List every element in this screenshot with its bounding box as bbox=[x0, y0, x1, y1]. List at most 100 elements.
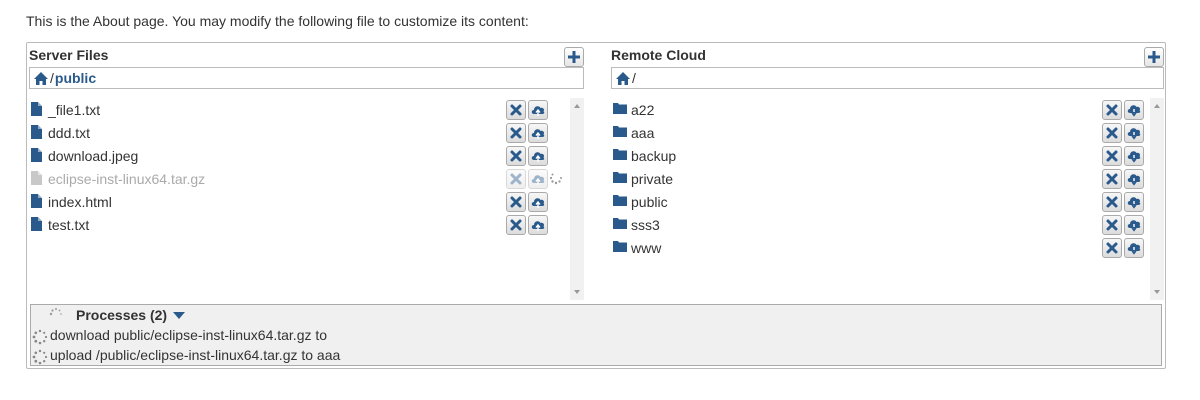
delete-file-button[interactable] bbox=[506, 169, 526, 189]
cloud-upload-icon bbox=[531, 175, 545, 185]
server-scrollbar[interactable] bbox=[570, 98, 584, 300]
cloud-folder-row[interactable]: sss3 bbox=[611, 213, 1148, 236]
server-file-row[interactable]: index.html bbox=[29, 190, 568, 213]
cloud-download-icon bbox=[1127, 243, 1141, 255]
cloud-folder-row[interactable]: private bbox=[611, 167, 1148, 190]
file-icon-wrap bbox=[31, 194, 43, 209]
file-icon-wrap bbox=[31, 125, 43, 140]
cloud-folder-row[interactable]: aaa bbox=[611, 121, 1148, 144]
transfer-spinner bbox=[549, 171, 563, 188]
cloud-folder-row[interactable]: public bbox=[611, 190, 1148, 213]
cloud-path-breadcrumb: / bbox=[611, 67, 1164, 89]
server-file-row[interactable]: download.jpeg bbox=[29, 144, 568, 167]
cloud-download-icon bbox=[1127, 128, 1141, 140]
delete-folder-button[interactable] bbox=[1102, 215, 1122, 235]
remote-cloud-panel: Remote Cloud / a22 aaa backup private pu… bbox=[611, 43, 1164, 301]
row-actions bbox=[506, 215, 548, 235]
folder-name[interactable]: www bbox=[631, 240, 661, 256]
delete-folder-button[interactable] bbox=[1102, 123, 1122, 143]
folder-name[interactable]: aaa bbox=[631, 125, 654, 141]
cloud-upload-icon bbox=[531, 106, 545, 116]
folder-icon-wrap bbox=[613, 148, 627, 163]
cloud-download-icon bbox=[1127, 151, 1141, 163]
file-icon-wrap bbox=[31, 148, 43, 163]
folder-icon-wrap bbox=[613, 171, 627, 186]
cloud-folder-row[interactable]: a22 bbox=[611, 98, 1148, 121]
close-icon bbox=[510, 104, 522, 116]
file-name[interactable]: download.jpeg bbox=[48, 148, 138, 164]
download-folder-button[interactable] bbox=[1124, 215, 1144, 235]
server-file-row[interactable]: test.txt bbox=[29, 213, 568, 236]
delete-folder-button[interactable] bbox=[1102, 146, 1122, 166]
download-folder-button[interactable] bbox=[1124, 123, 1144, 143]
file-name[interactable]: ddd.txt bbox=[48, 125, 90, 141]
file-name[interactable]: _file1.txt bbox=[48, 102, 100, 118]
download-folder-button[interactable] bbox=[1124, 100, 1144, 120]
row-actions bbox=[506, 146, 548, 166]
file-manager: Server Files / public _file1.txt ddd.txt… bbox=[26, 42, 1166, 369]
row-actions bbox=[506, 169, 548, 189]
delete-file-button[interactable] bbox=[506, 146, 526, 166]
file-name[interactable]: eclipse-inst-linux64.tar.gz bbox=[48, 171, 205, 187]
add-server-file-button[interactable] bbox=[564, 47, 584, 67]
processes-toggle[interactable]: Processes (2) bbox=[76, 307, 186, 323]
file-icon-wrap bbox=[31, 102, 43, 117]
row-actions bbox=[1102, 100, 1144, 120]
cloud-download-icon bbox=[1127, 197, 1141, 209]
server-files-title: Server Files bbox=[29, 47, 109, 63]
add-cloud-folder-button[interactable] bbox=[1144, 47, 1164, 67]
folder-name[interactable]: sss3 bbox=[631, 217, 660, 233]
home-icon[interactable] bbox=[33, 71, 49, 86]
upload-file-button[interactable] bbox=[528, 100, 548, 120]
upload-file-button[interactable] bbox=[528, 123, 548, 143]
delete-folder-button[interactable] bbox=[1102, 238, 1122, 258]
upload-file-button[interactable] bbox=[528, 146, 548, 166]
folder-name[interactable]: backup bbox=[631, 148, 676, 164]
row-actions bbox=[506, 100, 548, 120]
server-file-row[interactable]: eclipse-inst-linux64.tar.gz bbox=[29, 167, 568, 190]
download-folder-button[interactable] bbox=[1124, 146, 1144, 166]
delete-file-button[interactable] bbox=[506, 192, 526, 212]
delete-folder-button[interactable] bbox=[1102, 192, 1122, 212]
folder-icon bbox=[613, 195, 627, 206]
file-icon bbox=[31, 148, 42, 162]
file-name[interactable]: test.txt bbox=[48, 217, 89, 233]
folder-icon bbox=[613, 126, 627, 137]
cloud-upload-icon bbox=[531, 152, 545, 162]
close-icon bbox=[510, 173, 522, 185]
upload-file-button[interactable] bbox=[528, 192, 548, 212]
delete-folder-button[interactable] bbox=[1102, 100, 1122, 120]
path-separator: / bbox=[632, 70, 636, 86]
delete-file-button[interactable] bbox=[506, 123, 526, 143]
row-actions bbox=[1102, 215, 1144, 235]
delete-folder-button[interactable] bbox=[1102, 169, 1122, 189]
cloud-scrollbar[interactable] bbox=[1150, 98, 1164, 300]
download-folder-button[interactable] bbox=[1124, 192, 1144, 212]
cloud-folder-row[interactable]: www bbox=[611, 236, 1148, 259]
upload-file-button[interactable] bbox=[528, 215, 548, 235]
server-file-row[interactable]: ddd.txt bbox=[29, 121, 568, 144]
file-icon bbox=[31, 102, 42, 116]
breadcrumb-public[interactable]: public bbox=[55, 70, 96, 86]
delete-file-button[interactable] bbox=[506, 100, 526, 120]
download-folder-button[interactable] bbox=[1124, 238, 1144, 258]
download-folder-button[interactable] bbox=[1124, 169, 1144, 189]
folder-name[interactable]: private bbox=[631, 171, 673, 187]
intro-text: This is the About page. You may modify t… bbox=[26, 13, 529, 29]
folder-name[interactable]: a22 bbox=[631, 102, 654, 118]
upload-file-button[interactable] bbox=[528, 169, 548, 189]
home-icon[interactable] bbox=[615, 71, 631, 86]
file-name[interactable]: index.html bbox=[48, 194, 112, 210]
folder-icon-wrap bbox=[613, 194, 627, 209]
spinner-icon bbox=[32, 329, 48, 345]
delete-file-button[interactable] bbox=[506, 215, 526, 235]
cloud-folder-row[interactable]: backup bbox=[611, 144, 1148, 167]
row-actions bbox=[1102, 238, 1144, 258]
folder-icon bbox=[613, 103, 627, 114]
server-file-row[interactable]: _file1.txt bbox=[29, 98, 568, 121]
folder-icon-wrap bbox=[613, 102, 627, 117]
folder-name[interactable]: public bbox=[631, 194, 668, 210]
cloud-download-icon bbox=[1127, 220, 1141, 232]
row-actions bbox=[506, 123, 548, 143]
folder-icon-wrap bbox=[613, 240, 627, 255]
